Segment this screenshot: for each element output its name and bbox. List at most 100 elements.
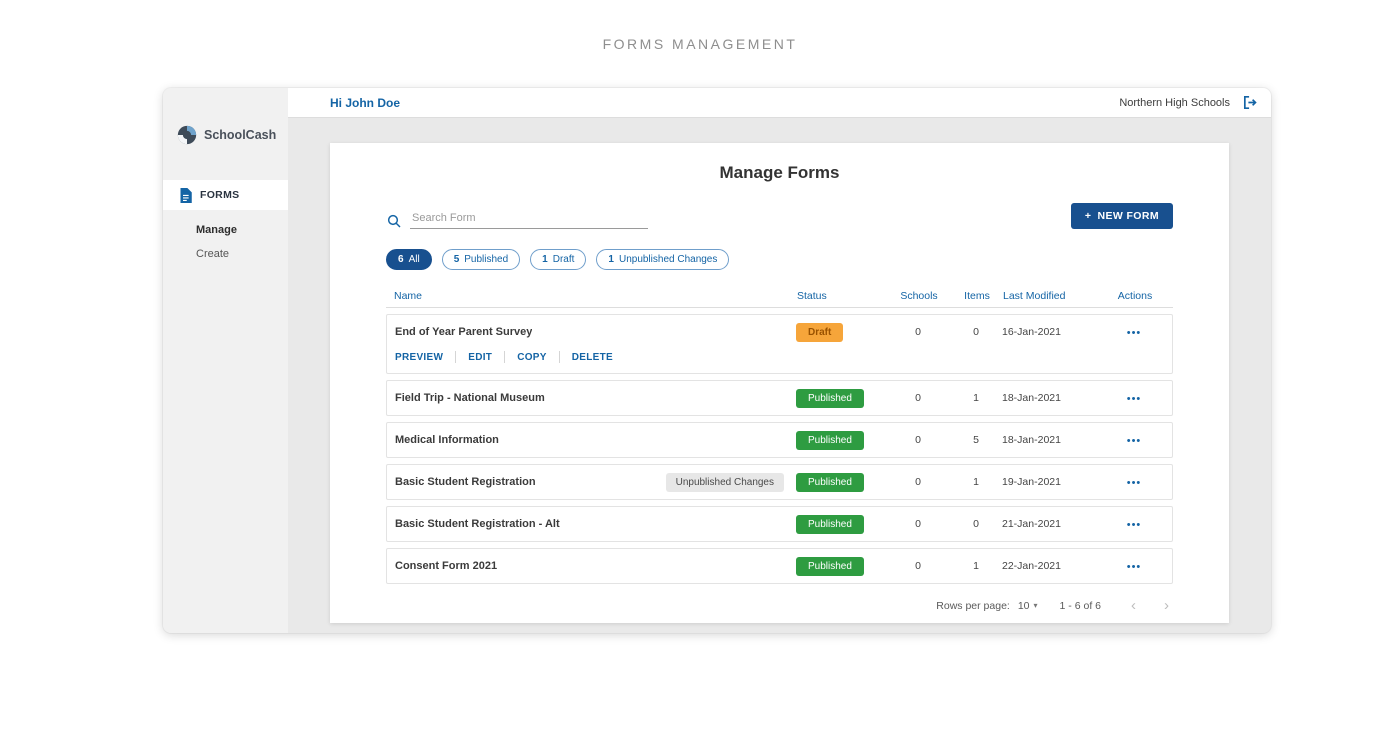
status-badge: Published [796,515,864,534]
schools-count: 0 [915,434,921,446]
name-cell: Basic Student Registration - Alt [395,518,796,530]
row-menu-button[interactable]: ••• [1127,519,1142,531]
exit-icon [1243,95,1257,110]
card-title: Manage Forms [719,163,840,182]
table-row-main: Basic Student Registration Unpublished C… [387,465,1172,499]
schools-count: 0 [915,392,921,404]
forms-table: Name Status Schools Items Last Modified Actio… [386,284,1173,584]
forms-icon [180,187,192,203]
column-header-name: Name [394,289,423,302]
status-cell: Published [796,430,886,450]
row-menu-button[interactable]: ••• [1127,561,1142,573]
filter-chip[interactable]: 5 Published [441,249,521,270]
filter-chips: 6 All 5 Published 1 Draft 1 Unpublished … [386,249,1173,270]
chip-count: 1 [542,254,548,265]
chip-count: 6 [398,254,404,265]
name-cell: Medical Information [395,434,796,446]
status-badge: Published [796,557,864,576]
main-column: Hi John Doe Northern High Schools Manage… [288,88,1271,633]
row-menu-button[interactable]: ••• [1127,327,1142,339]
row-action-links: PREVIEW EDIT COPY DELETE [387,349,1172,373]
caret-down-icon: ▾ [1033,601,1038,610]
copy-button[interactable]: COPY [517,352,547,363]
plus-icon: + [1084,210,1092,222]
filter-chip[interactable]: 1 Draft [530,249,587,270]
brand-name: SchoolCash [204,128,277,142]
chip-label: Unpublished Changes [618,254,718,265]
search-icon [387,214,401,228]
status-cell: Published [796,556,886,576]
status-badge: Draft [796,323,844,342]
action-divider [558,351,560,363]
status-cell: Published [796,472,886,492]
form-name: Basic Student Registration [395,476,536,488]
unpublished-changes-badge: Unpublished Changes [665,472,784,492]
table-row[interactable]: Basic Student Registration - Alt Publish… [386,506,1173,542]
chip-label: Draft [552,254,575,265]
topbar-right: Northern High Schools [1119,94,1259,111]
content-area: Manage Forms + NEW FORM 6 [288,118,1271,633]
status-badge: Published [796,431,864,450]
sidebar-item-forms[interactable]: FORMS [163,180,288,210]
table-row[interactable]: Consent Form 2021 Published 0 1 22-Jan-2… [386,548,1173,584]
name-cell: Field Trip - National Museum [395,392,796,404]
filter-chip[interactable]: 6 All [386,249,432,270]
preview-button[interactable]: PREVIEW [395,352,443,363]
chip-count: 1 [608,254,614,265]
search-box [386,208,648,229]
search-input[interactable] [410,208,648,229]
column-header-actions: Actions [1117,289,1153,302]
form-name: Consent Form 2021 [395,560,498,572]
rows-per-page-value: 10 [1017,599,1030,612]
action-divider [455,351,457,363]
rows-per-page-select[interactable]: 10 ▾ [1018,600,1038,612]
table-row[interactable]: Field Trip - National Museum Published 0… [386,380,1173,416]
table-row[interactable]: End of Year Parent Survey Draft 0 0 16-J… [386,314,1173,374]
manage-forms-card: Manage Forms + NEW FORM 6 [330,143,1229,623]
row-menu-button[interactable]: ••• [1127,477,1142,489]
column-header-status: Status [797,289,827,302]
sidebar-item-manage[interactable]: Manage [163,224,288,236]
schools-count: 0 [915,326,921,338]
logout-button[interactable] [1242,94,1259,111]
status-cell: Draft [796,322,886,342]
row-menu-button[interactable]: ••• [1127,435,1142,447]
schools-count: 0 [915,518,921,530]
delete-button[interactable]: DELETE [572,352,613,363]
filter-chip[interactable]: 1 Unpublished Changes [596,249,730,270]
app-window: SchoolCash FORMS Manage Create Hi John D… [163,88,1271,633]
name-cell: Basic Student Registration Unpublished C… [395,472,796,492]
table-body: End of Year Parent Survey Draft 0 0 16-J… [386,308,1173,584]
greeting: Hi John Doe [330,95,401,110]
actions-cell: ••• [1104,557,1164,575]
last-modified: 18-Jan-2021 [1002,392,1061,404]
row-menu-button[interactable]: ••• [1127,393,1142,405]
last-modified: 16-Jan-2021 [1002,326,1061,338]
table-header-row: Name Status Schools Items Last Modified Actio… [386,284,1173,308]
new-form-button[interactable]: + NEW FORM [1070,203,1173,229]
prev-page-button[interactable]: ‹ [1127,598,1140,613]
form-name: End of Year Parent Survey [395,326,533,338]
table-row[interactable]: Medical Information Published 0 5 18-Jan… [386,422,1173,458]
items-count: 5 [973,434,979,446]
form-name: Medical Information [395,434,499,446]
schoolcash-logo-icon [177,125,197,145]
chip-label: All [408,254,420,265]
last-modified: 21-Jan-2021 [1002,518,1061,530]
form-name: Field Trip - National Museum [395,392,545,404]
last-modified: 18-Jan-2021 [1002,434,1061,446]
edit-button[interactable]: EDIT [468,352,492,363]
last-modified: 22-Jan-2021 [1002,560,1061,572]
sidebar-item-create[interactable]: Create [163,248,288,260]
table-row-main: Field Trip - National Museum Published 0… [387,381,1172,415]
items-count: 1 [973,560,979,572]
new-form-button-label: NEW FORM [1097,210,1159,222]
table-row[interactable]: Basic Student Registration Unpublished C… [386,464,1173,500]
actions-cell: ••• [1104,389,1164,407]
next-page-button[interactable]: › [1160,598,1173,613]
rows-per-page-label: Rows per page: [936,599,1010,612]
table-row-main: Basic Student Registration - Alt Publish… [387,507,1172,541]
column-header-items: Items [964,289,990,302]
status-badge: Published [796,473,864,492]
last-modified: 19-Jan-2021 [1002,476,1061,488]
